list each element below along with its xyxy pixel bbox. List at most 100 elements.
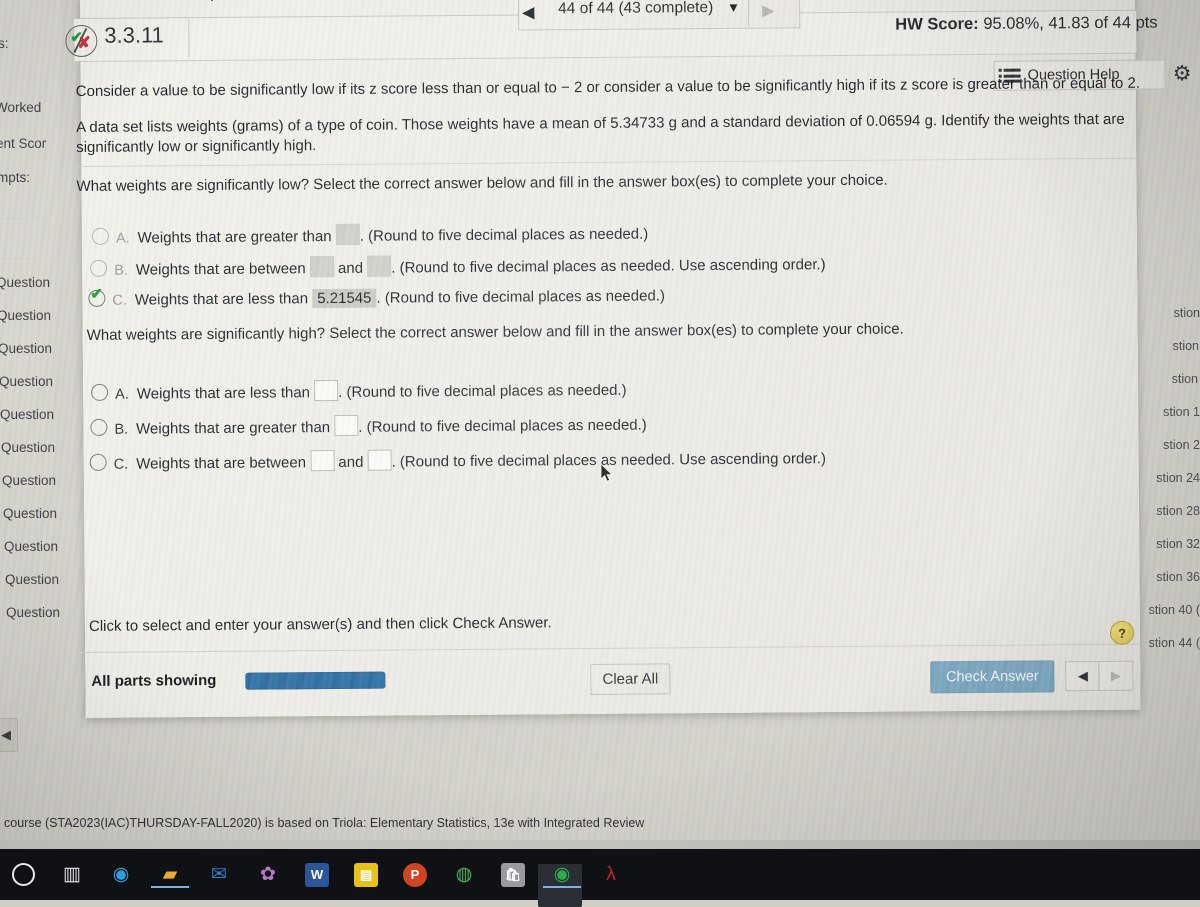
- option-low-b[interactable]: B. Weights that are between and . (Round …: [90, 252, 826, 279]
- option-low-b-prefix: Weights that are between: [135, 260, 306, 279]
- left-sidebar-top-fragment: s:: [0, 36, 9, 51]
- option-low-b-letter: B.: [114, 262, 128, 279]
- option-low-a-input[interactable]: [335, 223, 360, 245]
- radio-high-b[interactable]: [90, 418, 108, 436]
- right-sidebar-item[interactable]: stion: [1174, 306, 1200, 320]
- option-high-a[interactable]: A. Weights that are less than . (Round to…: [91, 378, 627, 403]
- question-score: Score: 0.5 of 1 pt: [75, 0, 226, 4]
- divider-after-problem: [75, 157, 1138, 168]
- course-footer-text: course (STA2023(IAC)THURSDAY-FALL2020) i…: [4, 816, 645, 830]
- left-sidebar-question-link[interactable]: Question: [2, 473, 56, 488]
- radio-high-c[interactable]: [89, 453, 107, 471]
- chrome-icon-glyph: ◉: [553, 864, 571, 885]
- left-sidebar-question-link[interactable]: Question: [4, 539, 58, 554]
- left-sidebar-question-link[interactable]: Question: [5, 572, 59, 587]
- help-badge-icon[interactable]: ?: [1109, 620, 1135, 645]
- option-high-b[interactable]: B. Weights that are greater than . (Round…: [90, 413, 647, 438]
- left-sidebar-question-link[interactable]: Question: [3, 506, 57, 521]
- option-high-a-input[interactable]: [314, 379, 339, 402]
- option-high-a-letter: A.: [115, 386, 129, 403]
- option-low-a-suffix: . (Round to five decimal places as neede…: [359, 225, 649, 245]
- gear-icon[interactable]: ⚙: [1173, 61, 1192, 86]
- radio-low-b[interactable]: [90, 259, 108, 277]
- sticky-notes-icon-glyph: ▤: [354, 862, 378, 887]
- taskbar-active-indicator: [543, 885, 581, 888]
- option-high-c-letter: C.: [113, 456, 129, 473]
- sidebar-collapse-button[interactable]: ◀: [0, 718, 18, 752]
- option-high-c[interactable]: C. Weights that are between and . (Round …: [89, 446, 826, 473]
- left-sidebar-item-worked[interactable]: Worked: [0, 100, 41, 115]
- hw-score-value: 95.08%, 41.83 of 44 pts: [983, 13, 1158, 33]
- powerpoint-icon[interactable]: P: [400, 860, 430, 890]
- hw-score-label: HW Score:: [895, 14, 979, 34]
- right-sidebar-item[interactable]: stion 32: [1156, 537, 1200, 551]
- mail-icon[interactable]: ✉: [204, 860, 234, 890]
- chrome-icon[interactable]: ◉: [538, 860, 582, 907]
- right-sidebar-item[interactable]: stion: [1173, 339, 1199, 353]
- next-question-icon[interactable]: ▶: [762, 1, 774, 21]
- option-low-b-mid: and: [337, 259, 364, 277]
- part-high-prompt: What weights are significantly high? Sel…: [86, 320, 904, 344]
- left-sidebar-question-link[interactable]: Question: [0, 275, 50, 290]
- left-sidebar-question-link[interactable]: Question: [0, 407, 54, 422]
- right-sidebar-item[interactable]: stion: [1172, 372, 1198, 386]
- left-sidebar-item-score[interactable]: ent Scor: [0, 136, 46, 151]
- radio-low-a[interactable]: [91, 227, 109, 245]
- paint-3d-icon[interactable]: ✿: [253, 860, 283, 890]
- chevron-down-icon[interactable]: ▼: [727, 0, 740, 15]
- right-sidebar-item[interactable]: stion 2: [1163, 438, 1200, 452]
- prev-question-icon[interactable]: ◀: [522, 2, 534, 22]
- option-low-c-letter: C.: [112, 292, 127, 309]
- adobe-acrobat-icon[interactable]: λ: [596, 860, 626, 890]
- check-answer-button[interactable]: Check Answer: [930, 660, 1055, 694]
- option-high-c-input-1[interactable]: [310, 450, 335, 472]
- footer-next-button[interactable]: ▶: [1098, 660, 1134, 692]
- left-sidebar-question-link[interactable]: Question: [0, 374, 53, 389]
- question-position-label[interactable]: 44 of 44 (43 complete): [558, 0, 713, 18]
- option-high-b-suffix: . (Round to five decimal places as neede…: [358, 416, 647, 436]
- check-icon: ✔: [90, 285, 103, 303]
- task-view-icon[interactable]: ▥: [57, 860, 87, 890]
- left-sidebar-item-attempts: mpts:: [0, 170, 31, 185]
- question-number: 3.3.11: [104, 22, 164, 48]
- right-sidebar-item[interactable]: stion 36: [1156, 570, 1200, 584]
- right-sidebar-item[interactable]: stion 28: [1156, 504, 1200, 518]
- right-sidebar-item[interactable]: stion 44 (: [1149, 636, 1200, 650]
- radio-low-c[interactable]: ✔: [88, 285, 106, 307]
- left-sidebar-question-link[interactable]: Question: [6, 605, 60, 620]
- clear-all-button[interactable]: Clear All: [590, 663, 671, 696]
- right-sidebar-item[interactable]: stion 24: [1156, 471, 1200, 485]
- option-high-a-prefix: Weights that are less than: [136, 384, 311, 403]
- left-sidebar-question-link[interactable]: Question: [0, 341, 52, 356]
- part-low-prompt: What weights are significantly low? Sele…: [76, 171, 888, 196]
- option-low-b-input-2[interactable]: [367, 255, 392, 277]
- photos-icon-glyph: ◍: [455, 864, 473, 885]
- cortana-icon[interactable]: [8, 860, 38, 890]
- option-low-a[interactable]: A. Weights that are greater than . (Round…: [91, 222, 649, 247]
- file-explorer-icon[interactable]: ▰: [151, 860, 189, 890]
- left-sidebar-question-link[interactable]: Question: [1, 440, 55, 455]
- question-panel: Save Score: 0.5 of 1 pt ✔ ✘ 3.3.11 ◀ 44 …: [65, 0, 1192, 718]
- microsoft-store-icon[interactable]: 🛍: [498, 860, 528, 890]
- option-low-c[interactable]: ✔ C. Weights that are less than 5.21545. (…: [88, 285, 665, 310]
- right-sidebar-item[interactable]: stion 1: [1163, 405, 1200, 419]
- option-low-a-letter: A.: [115, 230, 130, 247]
- mouse-cursor: [600, 463, 613, 482]
- hw-score: HW Score: 95.08%, 41.83 of 44 pts: [895, 14, 1157, 35]
- option-high-b-input[interactable]: [334, 414, 359, 437]
- option-high-b-letter: B.: [114, 421, 129, 438]
- option-low-b-input-1[interactable]: [309, 256, 334, 278]
- sticky-notes-icon[interactable]: ▤: [351, 860, 381, 890]
- edge-icon[interactable]: ◉: [106, 860, 136, 890]
- radio-high-a[interactable]: [91, 383, 109, 401]
- task-view-icon-glyph: ▥: [63, 864, 81, 885]
- option-high-c-input-2[interactable]: [367, 449, 392, 471]
- right-sidebar-item[interactable]: stion 40 (: [1149, 603, 1200, 617]
- option-low-c-input[interactable]: 5.21545: [312, 288, 377, 309]
- mail-icon-glyph: ✉: [211, 864, 227, 885]
- footer-prev-button[interactable]: ◀: [1065, 661, 1101, 692]
- left-sidebar-question-link[interactable]: Question: [0, 308, 51, 323]
- left-sidebar-divider-1: [0, 218, 62, 219]
- word-icon[interactable]: W: [302, 860, 332, 890]
- photos-icon[interactable]: ◍: [449, 860, 479, 890]
